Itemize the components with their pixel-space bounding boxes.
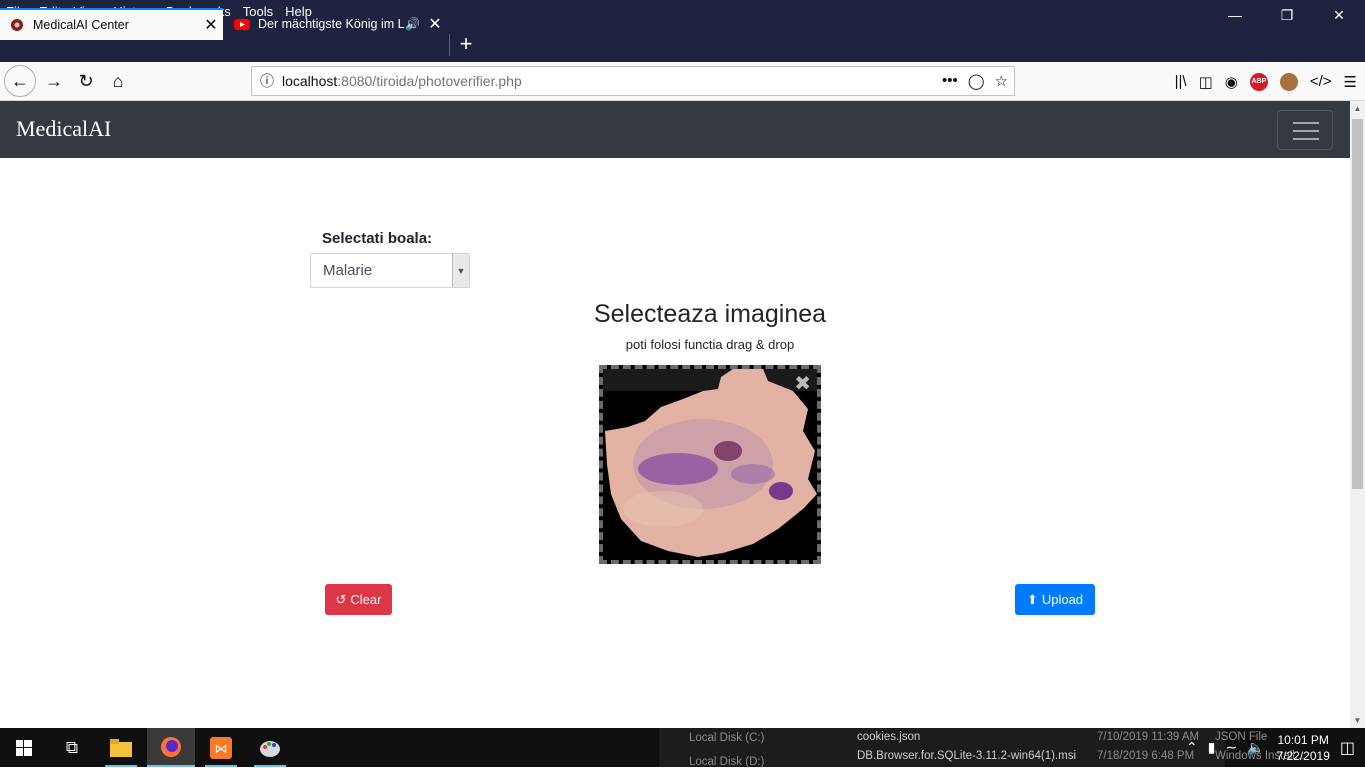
windows-taskbar: ⧉ ⋈ Local Disk (C:) Local Disk (D:) cook… (0, 728, 1365, 768)
disease-select[interactable]: Malarie ▼ (310, 253, 470, 288)
info-icon[interactable]: ⓘ (252, 71, 282, 91)
account-icon[interactable]: ◉ (1225, 73, 1238, 91)
sidebar-icon[interactable]: ◫ (1199, 73, 1213, 91)
navigation-toolbar: ← → ↻ ⌂ ⓘ localhost:8080/tiroida/photove… (0, 62, 1365, 101)
url-host: localhost (282, 73, 338, 89)
paint-icon[interactable] (246, 728, 294, 767)
web-page: MedicalAI Selectati boala: Malarie ▼ Sel… (0, 101, 1350, 728)
home-icon[interactable]: ⌂ (102, 65, 134, 97)
clock-date: 7/22/2019 (1276, 748, 1330, 763)
system-clock[interactable]: 10:01 PM 7/22/2019 (1276, 732, 1329, 764)
disease-select-label: Selectati boala: (322, 230, 433, 247)
task-view-icon[interactable]: ⧉ (48, 728, 96, 767)
system-tray: ⌃ ▮ ∼ 🔈 10:01 PM 7/22/2019 ◫ (1186, 728, 1365, 767)
dropzone-title: Selecteaza imaginea (593, 300, 827, 328)
peek-date-1: 7/10/2019 11:39 AM (1097, 731, 1200, 743)
page-actions-icon[interactable]: ••• (942, 72, 958, 90)
battery-icon[interactable]: ▮ (1208, 739, 1216, 756)
tab-separator (449, 34, 450, 56)
dropzone-subtitle: poti folosi functia drag & drop (625, 337, 795, 352)
peek-drive-d[interactable]: Local Disk (D:) (689, 756, 764, 768)
youtube-favicon-icon (234, 16, 250, 32)
upload-button[interactable]: ⬆ Upload (1015, 584, 1095, 615)
peek-file-cookies[interactable]: cookies.json (857, 731, 920, 743)
reload-icon[interactable]: ↻ (70, 65, 102, 97)
peek-drive-c[interactable]: Local Disk (C:) (689, 732, 764, 744)
clock-time: 10:01 PM (1277, 732, 1329, 747)
windows-start-icon[interactable] (0, 728, 48, 767)
medical-favicon-icon (9, 17, 25, 33)
scroll-down-icon[interactable]: ▼ (1350, 713, 1365, 728)
explorer-peek: Local Disk (C:) Local Disk (D:) cookies.… (659, 728, 1304, 768)
firefox-taskbar-icon[interactable] (147, 728, 195, 767)
close-tab-icon[interactable]: ✕ (423, 14, 447, 34)
new-tab-icon[interactable]: + (455, 30, 477, 58)
cookie-icon[interactable] (1279, 72, 1298, 91)
svg-text:⋈: ⋈ (215, 742, 228, 757)
hamburger-menu-icon[interactable]: ☰ (1344, 73, 1357, 91)
tab-label: Der mächtigste König im Lu (258, 17, 405, 31)
volume-icon[interactable]: 🔈 (1247, 739, 1264, 756)
page-scrollbar[interactable]: ▲ ▼ (1350, 101, 1365, 728)
xampp-icon[interactable]: ⋈ (197, 728, 245, 767)
tab-medicalai[interactable]: MedicalAI Center ✕ (0, 8, 223, 40)
speaker-icon[interactable]: 🔊 (405, 17, 420, 31)
remove-image-icon[interactable]: ✖ (794, 371, 811, 396)
navbar-toggler-button[interactable] (1277, 110, 1333, 150)
tab-label: MedicalAI Center (33, 18, 129, 32)
image-dropzone[interactable]: ✖ (599, 365, 821, 564)
bookmark-star-icon[interactable]: ☆ (995, 72, 1008, 90)
brand-logo[interactable]: MedicalAI (16, 116, 111, 142)
back-icon[interactable]: ← (4, 65, 36, 97)
toolbar-icons: ||\ ◫ ◉ ABP </> ☰ (1175, 62, 1357, 101)
tray-chevron-up-icon[interactable]: ⌃ (1186, 739, 1198, 756)
tab-youtube[interactable]: Der mächtigste König im Lu 🔊 ✕ (225, 8, 447, 40)
notification-icon[interactable]: ◫ (1340, 738, 1355, 758)
pocket-icon[interactable]: ◯ (968, 72, 985, 90)
forward-icon[interactable]: → (38, 65, 70, 97)
upload-button-label: Upload (1041, 592, 1084, 607)
close-tab-icon[interactable]: ✕ (199, 15, 223, 35)
app-navbar: MedicalAI (0, 101, 1350, 158)
upload-icon: ⬆ (1026, 591, 1038, 607)
developer-icon[interactable]: </> (1310, 73, 1332, 90)
file-explorer-icon[interactable] (97, 728, 145, 767)
library-icon[interactable]: ||\ (1175, 73, 1187, 90)
wifi-icon[interactable]: ∼ (1225, 739, 1237, 756)
cell-image-preview (603, 369, 817, 560)
peek-date-2: 7/18/2019 6:48 PM (1097, 750, 1195, 762)
adblock-icon[interactable]: ABP (1249, 72, 1268, 91)
selected-disease: Malarie (323, 262, 373, 279)
scroll-up-icon[interactable]: ▲ (1350, 101, 1365, 116)
peek-file-msi[interactable]: DB.Browser.for.SQLite-3.11.2-win64(1).ms… (857, 750, 1076, 762)
clear-button[interactable]: ↺ Clear (325, 584, 392, 615)
url-bar[interactable]: ⓘ localhost:8080/tiroida/photoverifier.p… (251, 66, 1015, 96)
undo-icon: ↺ (335, 591, 347, 607)
url-path: :8080/tiroida/photoverifier.php (337, 73, 522, 89)
clear-button-label: Clear (350, 592, 382, 607)
scroll-thumb[interactable] (1352, 119, 1363, 489)
chevron-down-icon[interactable]: ▼ (452, 254, 469, 287)
